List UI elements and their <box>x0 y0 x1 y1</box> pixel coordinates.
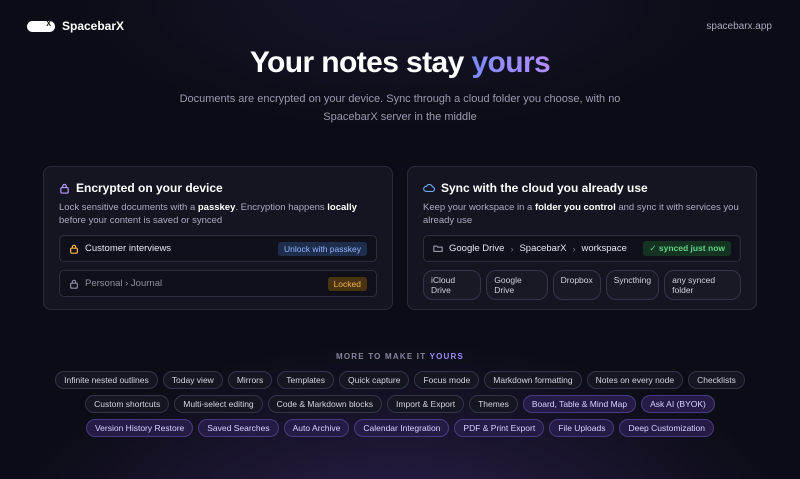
desc-text: Keep your workspace in a <box>423 202 535 213</box>
service-chip[interactable]: iCloud Drive <box>423 270 482 300</box>
pro-feature-tag[interactable]: Version History Restore <box>85 419 194 437</box>
sync-card: Sync with the cloud you already use Keep… <box>407 166 757 310</box>
document-row-customer-interviews[interactable]: Customer interviews Unlock with passkey <box>59 235 377 262</box>
pro-feature-tag[interactable]: File Uploads <box>549 419 615 437</box>
unlock-passkey-button[interactable]: Unlock with passkey <box>277 241 367 256</box>
sync-card-description: Keep your workspace in a folder you cont… <box>423 201 741 227</box>
document-name: Personal › Journal <box>85 278 163 289</box>
feature-tag[interactable]: Focus mode <box>414 371 480 389</box>
service-chip[interactable]: any synced folder <box>664 270 741 300</box>
pro-feature-tag[interactable]: Ask AI (BYOK) <box>641 395 715 413</box>
pro-feature-tag[interactable]: Calendar Integration <box>354 419 450 437</box>
service-chip[interactable]: Google Drive <box>486 270 548 300</box>
feature-tag[interactable]: Templates <box>277 371 335 389</box>
hero-title-plain: Your notes stay <box>249 46 472 79</box>
sync-card-title: Sync with the cloud you already use <box>423 181 741 195</box>
path-segment: SpacebarX <box>519 243 567 254</box>
encrypted-card: Encrypted on your device Lock sensitive … <box>43 166 393 310</box>
lock-icon <box>69 244 79 254</box>
feature-tags: Infinite nested outlines Today view Mirr… <box>40 371 760 437</box>
feature-tag[interactable]: Code & Markdown blocks <box>267 395 383 413</box>
sync-services: iCloud Drive Google Drive Dropbox Syncth… <box>423 270 741 300</box>
path-separator: › <box>510 243 514 254</box>
feature-tag[interactable]: Quick capture <box>339 371 410 389</box>
top-bar: X SpacebarX spacebarx.app <box>27 17 772 35</box>
feature-tag[interactable]: Custom shortcuts <box>85 395 170 413</box>
document-row-personal-journal[interactable]: Personal › Journal Locked <box>59 270 377 297</box>
site-link[interactable]: spacebarx.app <box>706 21 772 32</box>
feature-tag[interactable]: Markdown formatting <box>484 371 582 389</box>
feature-tag[interactable]: Themes <box>469 395 518 413</box>
brand-name: SpacebarX <box>62 19 125 33</box>
encrypted-card-title: Encrypted on your device <box>59 181 377 195</box>
pro-feature-tag[interactable]: PDF & Print Export <box>454 419 545 437</box>
desc-text: Lock sensitive documents with a <box>59 202 198 213</box>
brand[interactable]: X SpacebarX <box>27 19 124 33</box>
pro-feature-tag[interactable]: Board, Table & Mind Map <box>522 395 637 413</box>
hero-title-accent: yours <box>471 46 551 79</box>
feature-tag[interactable]: Multi-select editing <box>174 395 263 413</box>
feature-tag[interactable]: Checklists <box>688 371 745 389</box>
service-chip[interactable]: Syncthing <box>605 270 660 300</box>
desc-bold-locally: locally <box>327 202 357 213</box>
service-chip[interactable]: Dropbox <box>552 270 601 300</box>
desc-bold-folder: folder you control <box>534 202 616 213</box>
path-segment: Google Drive <box>449 243 505 254</box>
desc-text: before your content is saved or synced <box>59 215 223 226</box>
folder-icon <box>433 244 443 253</box>
feature-tag[interactable]: Today view <box>162 371 223 389</box>
lock-icon <box>69 279 79 289</box>
feature-tag[interactable]: Infinite nested outlines <box>55 371 158 389</box>
hero-subtitle: Documents are encrypted on your device. … <box>179 93 621 123</box>
sync-path-row[interactable]: Google Drive › SpacebarX › workspace ✓ s… <box>423 235 741 262</box>
desc-text: . Encryption happens <box>235 202 328 213</box>
feature-tag[interactable]: Notes on every node <box>586 371 684 389</box>
logo-icon: X <box>27 19 55 32</box>
lock-icon <box>59 183 70 194</box>
encrypted-card-heading: Encrypted on your device <box>76 181 223 195</box>
sync-card-heading: Sync with the cloud you already use <box>441 181 648 195</box>
more-features-title: MORE TO MAKE IT YOURS <box>0 352 800 361</box>
sync-path: Google Drive › SpacebarX › workspace <box>449 243 643 254</box>
more-title-accent: YOURS <box>429 352 465 361</box>
locked-badge: Locked <box>327 276 367 291</box>
feature-tag[interactable]: Import & Export <box>387 395 465 413</box>
encrypted-card-description: Lock sensitive documents with a passkey.… <box>59 201 377 227</box>
cloud-icon <box>423 183 435 193</box>
document-name: Customer interviews <box>85 243 172 254</box>
hero-title: Your notes stay yours <box>0 44 800 82</box>
sync-status-badge: ✓ synced just now <box>643 241 731 256</box>
pro-feature-tag[interactable]: Deep Customization <box>619 419 715 437</box>
logo-letter: X <box>46 19 51 29</box>
desc-bold-passkey: passkey <box>197 202 236 213</box>
path-separator: › <box>572 243 576 254</box>
pro-feature-tag[interactable]: Saved Searches <box>198 419 279 437</box>
hero: Your notes stay yours Documents are encr… <box>0 44 800 126</box>
feature-tag[interactable]: Mirrors <box>227 371 273 389</box>
path-segment: workspace <box>581 243 627 254</box>
more-title-plain: MORE TO MAKE IT <box>335 352 430 361</box>
pro-feature-tag[interactable]: Auto Archive <box>283 419 350 437</box>
